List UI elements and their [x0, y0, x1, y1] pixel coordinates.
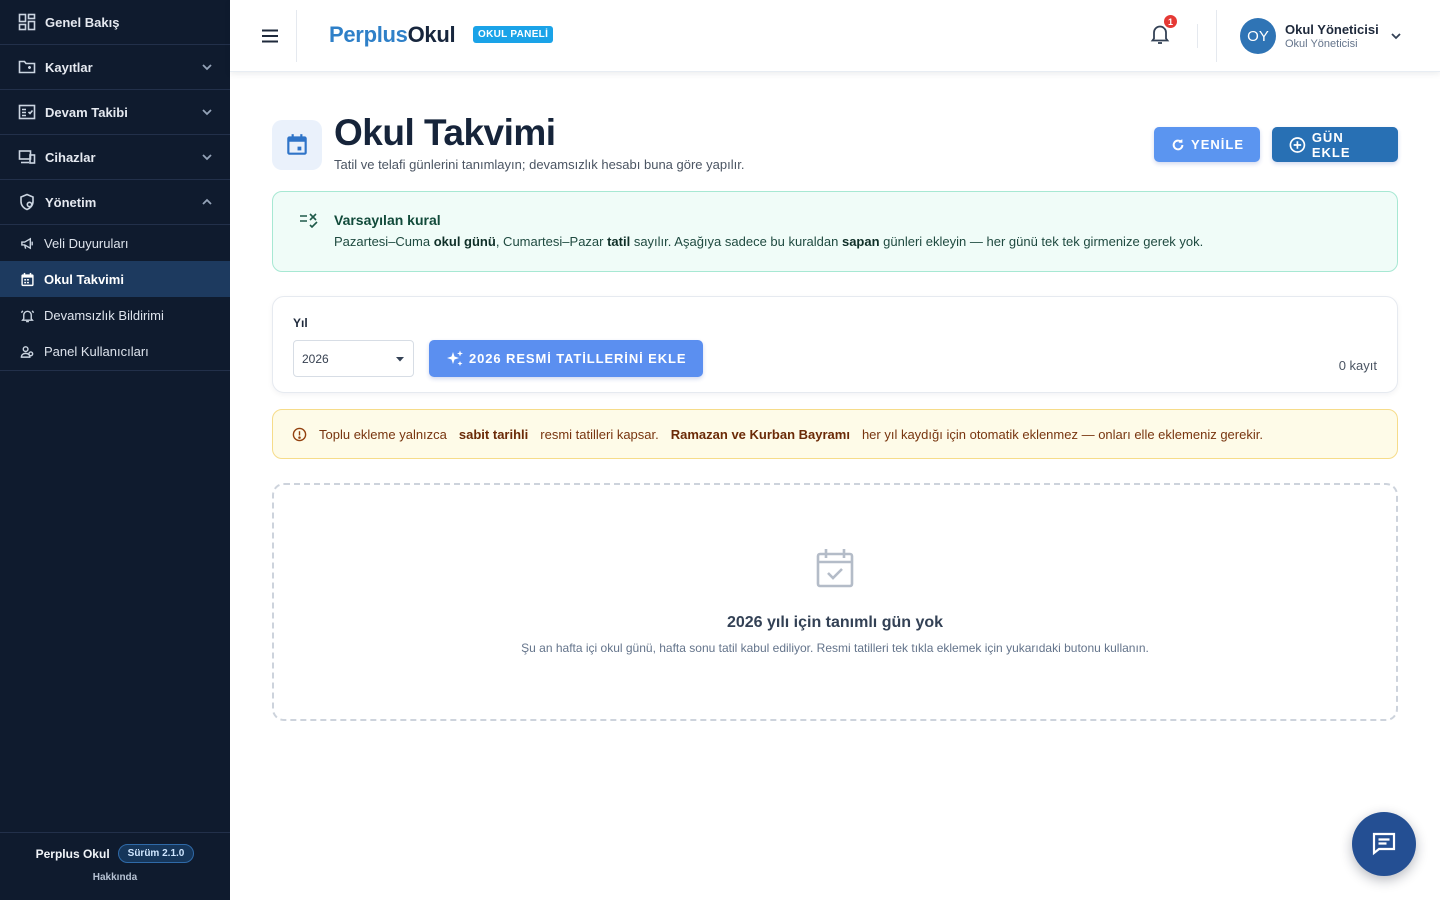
sidebar-item-genel-bakis[interactable]: Genel Bakış: [0, 0, 230, 45]
sidebar-item-label: Cihazlar: [45, 149, 96, 165]
sidebar-item-label: Veli Duyuruları: [44, 235, 129, 251]
sidebar-item-yonetim[interactable]: Yönetim: [0, 180, 230, 225]
about-link[interactable]: Hakkında: [0, 872, 230, 883]
users-icon: [19, 343, 35, 359]
chat-icon: [1371, 831, 1397, 857]
divider: [1197, 24, 1198, 48]
divider: [296, 10, 297, 62]
devices-icon: [17, 147, 37, 167]
footer-brand: Perplus Okul: [35, 846, 110, 861]
sidebar-item-devam-takibi[interactable]: Devam Takibi: [0, 90, 230, 135]
sidebar-item-panel-kullanicilari[interactable]: Panel Kullanıcıları: [0, 333, 230, 369]
chevron-up-icon: [200, 195, 214, 209]
sidebar-footer: Perplus Okul Sürüm 2.1.0 Hakkında: [0, 832, 230, 900]
sidebar-item-devamsizlik-bildirimi[interactable]: Devamsızlık Bildirimi: [0, 297, 230, 333]
rule-list-icon: [299, 212, 319, 228]
year-label: Yıl: [293, 316, 308, 330]
list-check-icon: [17, 102, 37, 122]
sidebar-item-label: Devamsızlık Bildirimi: [44, 307, 164, 323]
user-menu[interactable]: OY Okul Yöneticisi Okul Yöneticisi: [1240, 18, 1403, 54]
year-select[interactable]: 2026: [293, 340, 414, 377]
warning-text-1: Toplu ekleme yalnızca: [319, 426, 447, 442]
page-subtitle: Tatil ve telafi günlerini tanımlayın; de…: [334, 157, 745, 172]
logo-part-2: Okul: [407, 22, 456, 47]
warning-text-2: resmi tatilleri kapsar.: [540, 426, 659, 442]
warning-bold-2: Ramazan ve Kurban Bayramı: [670, 426, 850, 442]
sidebar-item-label: Genel Bakış: [45, 14, 120, 30]
user-name: Okul Yöneticisi: [1285, 22, 1379, 37]
sidebar: Genel Bakış Kayıtlar Devam Takibi Cihazl…: [0, 0, 230, 900]
add-official-holidays-label: 2026 RESMİ TATİLLERİNİ EKLE: [469, 351, 687, 366]
chevron-down-icon: [200, 60, 214, 74]
warning-bold-1: sabit tarihli: [458, 426, 529, 442]
user-role: Okul Yöneticisi: [1285, 38, 1358, 50]
refresh-button[interactable]: YENİLE: [1154, 127, 1260, 162]
chevron-down-icon: [1389, 29, 1403, 43]
divider: [1216, 10, 1217, 62]
sidebar-item-okul-takvimi[interactable]: Okul Takvimi: [0, 261, 230, 297]
folder-icon: [17, 57, 37, 77]
rule-text: Pazartesi–Cuma okul günü, Cumartesi–Paza…: [334, 234, 1204, 249]
hamburger-menu-icon[interactable]: [260, 26, 280, 46]
sidebar-item-cihazlar[interactable]: Cihazlar: [0, 135, 230, 180]
sidebar-item-veli-duyurulari[interactable]: Veli Duyuruları: [0, 225, 230, 261]
calendar-check-icon: [815, 547, 855, 589]
year-select-value: 2026: [302, 351, 329, 366]
add-day-label: GÜN EKLE: [1311, 129, 1351, 160]
calendar-event-icon: [272, 120, 322, 170]
admin-shield-icon: [17, 192, 37, 212]
divider: [0, 369, 230, 371]
panel-badge: OKUL PANELİ: [473, 26, 554, 43]
chevron-down-icon: [200, 105, 214, 119]
info-circle-icon: [292, 427, 307, 442]
alarm-bell-icon: [19, 307, 35, 323]
default-rule-info: Varsayılan kural Pazartesi–Cuma okul gün…: [272, 191, 1398, 272]
sidebar-item-label: Kayıtlar: [45, 59, 93, 75]
logo-part-1: Perplus: [329, 22, 408, 47]
chat-button[interactable]: [1352, 812, 1416, 876]
year-filter-card: Yıl 2026 2026 RESMİ TATİLLERİNİ EKLE 0 k…: [272, 296, 1398, 393]
sidebar-submenu-yonetim: Veli Duyuruları Okul Takvimi Devamsızlık…: [0, 225, 230, 369]
warning-text-3: her yıl kaydığı için otomatik eklenmez —…: [861, 426, 1263, 442]
empty-state: 2026 yılı için tanımlı gün yok Şu an haf…: [272, 483, 1398, 721]
empty-state-subtitle: Şu an hafta içi okul günü, hafta sonu ta…: [521, 641, 1149, 655]
top-bar: PerplusOkul OKUL PANELİ 1 OY Okul Yöneti…: [230, 0, 1440, 72]
dashboard-icon: [17, 12, 37, 32]
page-title: Okul Takvimi: [334, 112, 556, 153]
add-day-button[interactable]: GÜN EKLE: [1272, 127, 1398, 162]
sidebar-item-label: Devam Takibi: [45, 104, 128, 120]
calendar-icon: [19, 271, 35, 287]
avatar: OY: [1240, 18, 1276, 54]
megaphone-icon: [19, 235, 35, 251]
refresh-label: YENİLE: [1191, 137, 1244, 152]
sidebar-item-kayitlar[interactable]: Kayıtlar: [0, 45, 230, 90]
sidebar-item-label: Yönetim: [45, 194, 97, 210]
version-badge: Sürüm 2.1.0: [117, 844, 195, 863]
sidebar-item-label: Panel Kullanıcıları: [44, 343, 149, 359]
empty-state-title: 2026 yılı için tanımlı gün yok: [726, 614, 944, 631]
bulk-add-warning: Toplu ekleme yalnızca sabit tarihli resm…: [272, 409, 1398, 459]
chevron-down-icon: [200, 150, 214, 164]
notification-count-badge: 1: [1162, 13, 1179, 30]
sidebar-item-label: Okul Takvimi: [44, 271, 124, 287]
caret-down-icon: [395, 354, 405, 364]
rule-title: Varsayılan kural: [334, 212, 441, 228]
app-logo[interactable]: PerplusOkul: [329, 22, 456, 48]
add-official-holidays-button[interactable]: 2026 RESMİ TATİLLERİNİ EKLE: [429, 340, 704, 377]
record-count: 0 kayıt: [1338, 358, 1377, 373]
